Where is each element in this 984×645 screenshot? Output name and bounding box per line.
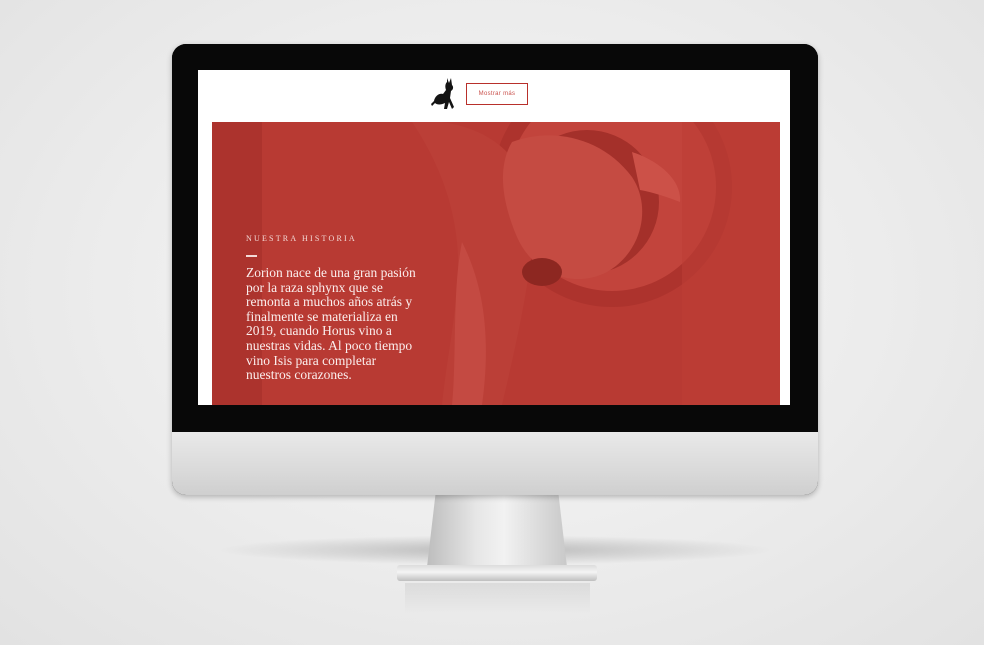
story-line: finalmente se materializa en: [246, 308, 398, 324]
monitor-stand-base: [397, 565, 597, 581]
story-line: vino Isis para completar: [246, 352, 377, 368]
site-header: Mostrar más: [198, 70, 790, 120]
section-label: NUESTRA HISTORIA: [246, 234, 357, 243]
desktop-mockup-scene: Mostrar más NUESTRA HISTORIA Zorion nace…: [0, 0, 984, 645]
hero-section: NUESTRA HISTORIA Zorion nace de una gran…: [212, 122, 780, 405]
monitor: Mostrar más NUESTRA HISTORIA Zorion nace…: [172, 44, 818, 495]
story-paragraph: Zorion nace de una gran pasión por la ra…: [246, 265, 456, 383]
story-line: remonta a muchos años atrás y: [246, 294, 413, 310]
story-line: 2019, cuando Horus vino a: [246, 323, 392, 339]
monitor-chin: [172, 432, 818, 495]
story-line: nuestras vidas. Al poco tiempo: [246, 337, 413, 353]
label-divider: [246, 255, 257, 257]
stand-reflection: [405, 583, 590, 613]
story-line: por la raza sphynx que se: [246, 279, 383, 295]
monitor-screen: Mostrar más NUESTRA HISTORIA Zorion nace…: [198, 70, 790, 405]
mostrar-mas-button[interactable]: Mostrar más: [466, 83, 528, 105]
monitor-stand-neck: [427, 495, 567, 567]
story-line: Zorion nace de una gran pasión: [246, 265, 416, 280]
sphynx-cat-logo-icon[interactable]: [430, 76, 460, 112]
story-line: nuestros corazones.: [246, 367, 352, 383]
